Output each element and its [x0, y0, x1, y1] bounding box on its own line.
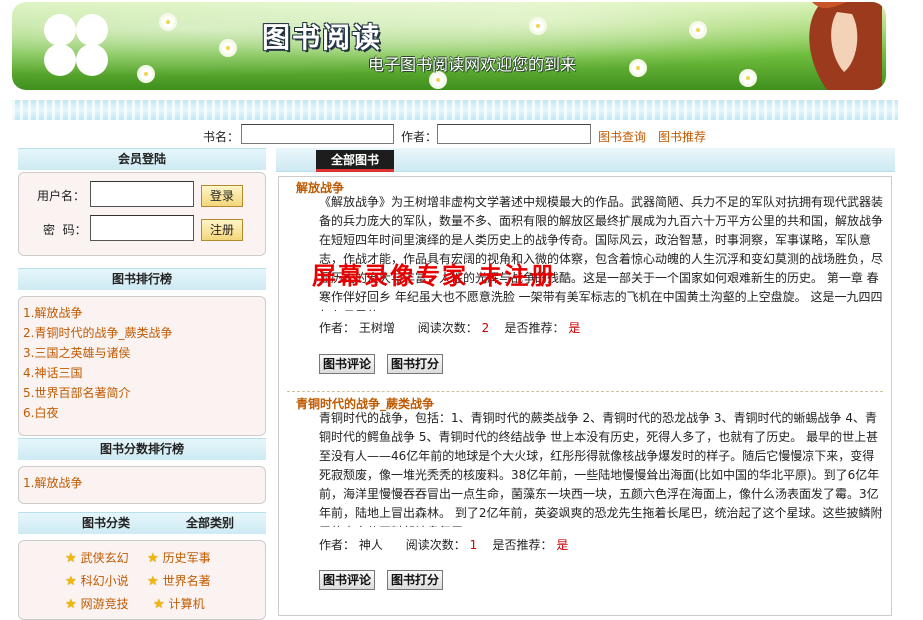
girl-illustration: [809, 2, 882, 90]
ranking-item[interactable]: 3.三国之英雄与诸侯: [23, 343, 261, 363]
flower-decoration: [140, 68, 152, 80]
book-review-button[interactable]: 图书评论: [319, 570, 376, 590]
star-icon: ★: [65, 597, 77, 612]
book-score-button[interactable]: 图书打分: [387, 354, 444, 374]
read-count-label: 阅读次数：: [417, 321, 478, 335]
book-description: 《解放战争》为王树增非虚构文学著述中规模最大的作品。武器简陋、兵力不足的军队对抗…: [319, 195, 884, 311]
ranking-item[interactable]: 2.青铜时代的战争_蕨类战争: [23, 323, 261, 343]
book-name-label: 书名：: [203, 130, 240, 144]
book-recommend-link[interactable]: 图书推荐: [658, 128, 706, 145]
author-label: 作者：: [319, 321, 356, 335]
book-name-input[interactable]: [241, 124, 394, 144]
search-bar: 书名： 作者： 图书查询 图书推荐: [0, 124, 923, 146]
category-item[interactable]: ★ 科幻小说: [65, 572, 129, 589]
score-ranking-panel: 图书分数排行榜 1.解放战争: [18, 438, 266, 504]
category-list-box: ★ 武侠玄幻 ★ 历史军事 ★ 科幻小说 ★ 世界名著 ★ 网游竞技 ★ 计算机: [18, 540, 266, 620]
flower-decoration: [742, 72, 754, 84]
username-label: 用户名：: [37, 189, 86, 203]
login-panel: 会员登陆: [18, 148, 266, 170]
password-label: 密 码：: [43, 223, 87, 237]
password-input[interactable]: [90, 215, 194, 241]
category-header-title: 图书分类: [82, 516, 131, 530]
book-divider: [287, 391, 883, 392]
star-icon: ★: [147, 551, 159, 566]
recommend-value: 是: [556, 538, 569, 552]
decorative-strip: [12, 100, 898, 120]
recommend-value: 是: [568, 321, 581, 335]
book-list: 解放战争 《解放战争》为王树增非虚构文学著述中规模最大的作品。武器简陋、兵力不足…: [278, 176, 892, 616]
tab-all-books[interactable]: 全部图书: [316, 150, 394, 172]
read-count-label: 阅读次数：: [405, 538, 466, 552]
site-title: 图书阅读: [262, 21, 383, 54]
site-banner: 图书阅读 电子图书阅读网欢迎您的到来: [12, 2, 886, 90]
flower-decoration: [632, 62, 644, 74]
login-header: 会员登陆: [18, 148, 266, 170]
category-header: 图书分类 全部类别: [18, 512, 266, 534]
category-panel: 图书分类 全部类别 ★ 武侠玄幻 ★ 历史军事 ★ 科幻小说 ★ 世界名著 ★ 网游竞技 …: [18, 512, 266, 620]
star-icon: ★: [153, 597, 165, 612]
author-label: 作者：: [319, 538, 356, 552]
book-entry: 青铜时代的战争_蕨类战争 青铜时代的战争，包括：1、青铜时代的蕨类战争 2、青铜…: [279, 393, 891, 615]
category-item[interactable]: ★ 计算机: [153, 595, 205, 612]
star-icon: ★: [147, 574, 159, 589]
category-item[interactable]: ★ 网游竞技: [65, 595, 129, 612]
site-subtitle: 电子图书阅读网欢迎您的到来: [368, 55, 577, 74]
star-icon: ★: [65, 574, 77, 589]
ranking-list: 1.解放战争 2.青铜时代的战争_蕨类战争 3.三国之英雄与诸侯 4.神话三国 …: [19, 297, 265, 429]
book-entry: 解放战争 《解放战争》为王树增非虚构文学著述中规模最大的作品。武器简陋、兵力不足…: [279, 177, 891, 387]
register-button[interactable]: 注册: [201, 219, 243, 241]
main-header: 全部图书: [276, 148, 895, 172]
login-button[interactable]: 登录: [201, 185, 243, 207]
book-meta: 作者： 王树增 阅读次数： 2 是否推荐： 是: [319, 319, 580, 336]
ranking-item[interactable]: 4.神话三国: [23, 363, 261, 383]
main-content: 全部图书 解放战争 《解放战争》为王树增非虚构文学著述中规模最大的作品。武器简陋…: [276, 148, 895, 616]
login-form: 用户名： 登录 密 码： 注册: [18, 172, 266, 256]
read-count: 2: [481, 321, 490, 335]
ranking-panel: 图书排行榜 1.解放战争 2.青铜时代的战争_蕨类战争 3.三国之英雄与诸侯 4…: [18, 268, 266, 436]
author-name: 王树增: [358, 321, 395, 335]
flower-decoration: [222, 42, 234, 54]
author-name: 神人: [358, 538, 383, 552]
score-ranking-list-box: 1.解放战争: [18, 466, 266, 504]
recommend-label: 是否推荐：: [492, 538, 553, 552]
author-label: 作者：: [401, 130, 438, 144]
category-item[interactable]: ★ 武侠玄幻: [65, 549, 129, 566]
book-score-button[interactable]: 图书打分: [387, 570, 444, 590]
read-count: 1: [469, 538, 478, 552]
username-input[interactable]: [90, 181, 194, 207]
ranking-item[interactable]: 1.解放战争: [23, 303, 261, 323]
clover-logo: [40, 10, 112, 82]
flower-decoration: [162, 16, 174, 28]
ranking-list-box: 1.解放战争 2.青铜时代的战争_蕨类战争 3.三国之英雄与诸侯 4.神话三国 …: [18, 296, 266, 436]
score-ranking-list: 1.解放战争: [19, 467, 265, 499]
ranking-item[interactable]: 6.白夜: [23, 403, 261, 423]
author-input[interactable]: [437, 124, 591, 144]
flower-decoration: [532, 20, 544, 32]
ranking-header: 图书排行榜: [18, 268, 266, 290]
flower-decoration: [692, 24, 704, 36]
ranking-item[interactable]: 5.世界百部名著简介: [23, 383, 261, 403]
all-categories-link[interactable]: 全部类别: [186, 513, 234, 533]
category-item[interactable]: ★ 历史军事: [147, 549, 211, 566]
book-meta: 作者： 神人 阅读次数： 1 是否推荐： 是: [319, 536, 568, 553]
book-description: 青铜时代的战争，包括：1、青铜时代的蕨类战争 2、青铜时代的恐龙战争 3、青铜时…: [319, 411, 883, 527]
book-query-link[interactable]: 图书查询: [598, 128, 646, 145]
flower-decoration: [432, 74, 444, 86]
star-icon: ★: [65, 551, 77, 566]
score-ranking-item[interactable]: 1.解放战争: [23, 473, 261, 493]
category-item[interactable]: ★ 世界名著: [147, 572, 211, 589]
book-review-button[interactable]: 图书评论: [319, 354, 376, 374]
score-ranking-header: 图书分数排行榜: [18, 438, 266, 460]
recommend-label: 是否推荐：: [504, 321, 565, 335]
